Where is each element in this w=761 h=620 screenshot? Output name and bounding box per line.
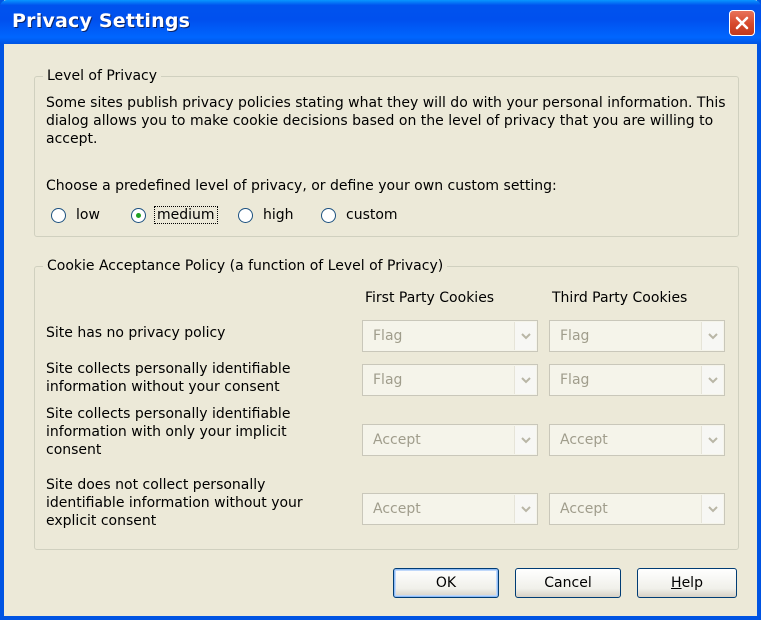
policy-row-label: Site collects personally identifiable in… — [46, 405, 336, 459]
level-of-privacy-legend: Level of Privacy — [47, 68, 158, 84]
label-line: Site does not collect personally — [46, 477, 266, 493]
policy-row-label: Site does not collect personally identif… — [46, 476, 336, 530]
dropdown-button[interactable] — [701, 366, 723, 394]
first-party-select[interactable]: Flag — [362, 364, 538, 396]
label-line: explicit consent — [46, 513, 157, 529]
chevron-down-icon — [708, 333, 718, 340]
select-value: Accept — [373, 501, 421, 517]
third-party-header: Third Party Cookies — [552, 290, 688, 306]
radio-low-label[interactable]: low — [74, 207, 102, 223]
label-line: Site has no privacy policy — [46, 325, 226, 341]
title-bar[interactable]: Privacy Settings — [0, 0, 761, 44]
policy-row-label: Site collects personally identifiable in… — [46, 360, 336, 396]
window-title: Privacy Settings — [12, 10, 191, 32]
close-button[interactable] — [729, 10, 755, 36]
help-button[interactable]: Help — [637, 568, 737, 598]
label-line: consent — [46, 442, 102, 458]
policy-row-label: Site has no privacy policy — [46, 324, 336, 342]
select-value: Flag — [373, 328, 403, 344]
first-party-select[interactable]: Accept — [362, 493, 538, 525]
radio-custom-indicator[interactable] — [321, 207, 336, 223]
first-party-select[interactable]: Accept — [362, 424, 538, 456]
radio-low-indicator[interactable] — [51, 207, 66, 223]
select-value: Accept — [373, 432, 421, 448]
chevron-down-icon — [708, 437, 718, 444]
choose-level-text: Choose a predefined level of privacy, or… — [46, 178, 557, 194]
chevron-down-icon — [521, 437, 531, 444]
radio-custom-label[interactable]: custom — [344, 207, 400, 223]
cancel-button[interactable]: Cancel — [515, 568, 621, 598]
radio-high-indicator[interactable] — [238, 207, 253, 223]
select-value: Accept — [560, 501, 608, 517]
dropdown-button[interactable] — [701, 495, 723, 523]
third-party-select[interactable]: Accept — [549, 493, 725, 525]
select-value: Flag — [373, 372, 403, 388]
dropdown-button[interactable] — [514, 426, 536, 454]
first-party-header: First Party Cookies — [365, 290, 495, 306]
help-label-rest: elp — [681, 575, 703, 591]
third-party-select[interactable]: Accept — [549, 424, 725, 456]
dropdown-button[interactable] — [514, 322, 536, 350]
ok-button[interactable]: OK — [393, 568, 499, 598]
label-line: information without your consent — [46, 379, 280, 395]
label-line: Site collects personally identifiable — [46, 406, 291, 422]
third-party-select[interactable]: Flag — [549, 364, 725, 396]
radio-medium-label[interactable]: medium — [154, 206, 218, 224]
chevron-down-icon — [521, 506, 531, 513]
radio-medium[interactable]: medium — [131, 204, 218, 226]
dropdown-button[interactable] — [514, 366, 536, 394]
cookie-policy-legend: Cookie Acceptance Policy (a function of … — [47, 258, 444, 274]
close-x-icon — [735, 16, 749, 30]
dropdown-button[interactable] — [701, 426, 723, 454]
dropdown-button[interactable] — [514, 495, 536, 523]
select-value: Flag — [560, 328, 590, 344]
select-value: Flag — [560, 372, 590, 388]
help-accelerator: H — [671, 575, 682, 591]
select-value: Accept — [560, 432, 608, 448]
label-line: identifiable information without your — [46, 495, 303, 511]
label-line: information with only your implicit — [46, 424, 287, 440]
radio-high-label[interactable]: high — [261, 207, 296, 223]
radio-custom[interactable]: custom — [321, 204, 400, 226]
label-line: Site collects personally identifiable — [46, 361, 291, 377]
radio-low[interactable]: low — [51, 204, 102, 226]
chevron-down-icon — [521, 333, 531, 340]
first-party-select[interactable]: Flag — [362, 320, 538, 352]
chevron-down-icon — [708, 377, 718, 384]
dropdown-button[interactable] — [701, 322, 723, 350]
radio-high[interactable]: high — [238, 204, 296, 226]
privacy-description: Some sites publish privacy policies stat… — [46, 95, 726, 147]
third-party-select[interactable]: Flag — [549, 320, 725, 352]
radio-medium-indicator[interactable] — [131, 207, 146, 223]
chevron-down-icon — [521, 377, 531, 384]
chevron-down-icon — [708, 506, 718, 513]
